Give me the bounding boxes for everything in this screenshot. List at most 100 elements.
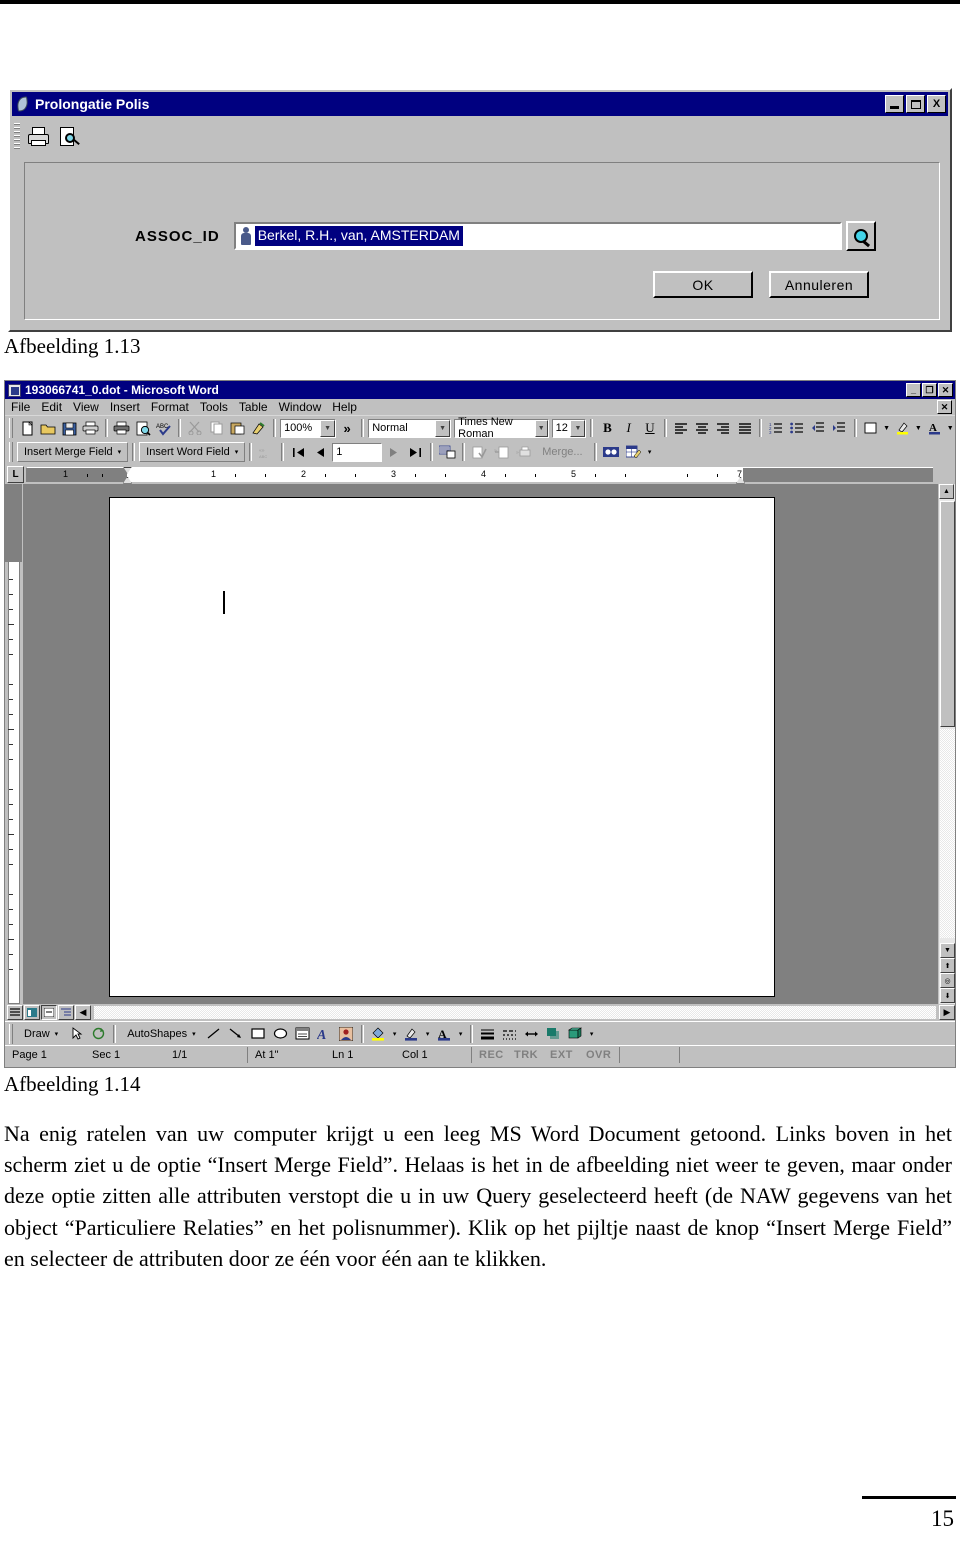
- scroll-left-button[interactable]: ◀: [75, 1005, 91, 1020]
- fill-color-icon[interactable]: [368, 1023, 389, 1044]
- status-trk-indicator[interactable]: TRK: [507, 1047, 543, 1063]
- nav-next-record-button[interactable]: [383, 442, 404, 463]
- status-ovr-indicator[interactable]: OVR: [579, 1047, 619, 1063]
- dash-style-icon[interactable]: [499, 1023, 520, 1044]
- scroll-up-button[interactable]: ▲: [939, 484, 954, 499]
- insert-word-field-button[interactable]: Insert Word Field ▾: [139, 442, 246, 462]
- font-color-icon[interactable]: A: [924, 418, 944, 439]
- chevron-down-icon[interactable]: ▼: [435, 419, 451, 437]
- close-button[interactable]: X: [927, 95, 946, 113]
- merge-to-new-document-icon[interactable]: »: [491, 442, 512, 463]
- drawing-overflow-icon[interactable]: ▾: [587, 1026, 597, 1042]
- word-restore-button[interactable]: ❐: [922, 383, 937, 397]
- mail-merge-helper-icon[interactable]: [437, 442, 458, 463]
- fill-color-dropdown-icon[interactable]: ▾: [390, 1026, 400, 1042]
- align-right-icon[interactable]: [713, 418, 733, 439]
- status-ext-indicator[interactable]: EXT: [543, 1047, 579, 1063]
- menu-item-view[interactable]: View: [73, 400, 99, 414]
- nav-last-record-button[interactable]: [405, 442, 426, 463]
- highlight-dropdown-icon[interactable]: ▼: [914, 420, 924, 436]
- chevron-down-icon[interactable]: ▼: [570, 419, 586, 437]
- scrollbar-track[interactable]: [940, 729, 955, 938]
- open-folder-icon[interactable]: [38, 418, 58, 439]
- standard-toolbar-grip[interactable]: [9, 418, 13, 438]
- print-layout-view-icon[interactable]: [41, 1005, 57, 1020]
- mailmerge-overflow-icon[interactable]: ▾: [645, 444, 655, 460]
- magnifier-icon[interactable]: [845, 221, 876, 251]
- previous-page-button[interactable]: ⬆: [940, 958, 955, 973]
- maximize-button[interactable]: [906, 95, 925, 113]
- line-color-dropdown-icon[interactable]: ▾: [423, 1026, 433, 1042]
- line-icon[interactable]: [204, 1023, 225, 1044]
- menu-item-file[interactable]: File: [11, 400, 30, 414]
- nav-previous-record-button[interactable]: [310, 442, 331, 463]
- status-spelling-area[interactable]: [619, 1046, 679, 1063]
- next-page-button[interactable]: ⬇: [940, 988, 955, 1003]
- 3d-icon[interactable]: [565, 1023, 586, 1044]
- minimize-button[interactable]: [885, 95, 904, 113]
- font-color-dropdown-icon[interactable]: ▾: [456, 1026, 466, 1042]
- print-preview-icon[interactable]: [54, 122, 84, 152]
- scroll-down-button[interactable]: ▼: [940, 943, 955, 958]
- word-title-bar[interactable]: 193066741_0.dot - Microsoft Word _ ❐ ✕: [5, 381, 955, 399]
- font-color-icon[interactable]: A: [434, 1023, 455, 1044]
- menu-item-table[interactable]: Table: [239, 400, 268, 414]
- outline-view-icon[interactable]: [58, 1005, 74, 1020]
- align-left-icon[interactable]: [671, 418, 691, 439]
- chevron-down-icon[interactable]: ▾: [192, 1030, 196, 1038]
- word-vertical-ruler[interactable]: [5, 484, 23, 1004]
- font-size-combo[interactable]: 12 ▼: [551, 418, 587, 438]
- free-rotate-icon[interactable]: [88, 1023, 109, 1044]
- drawing-toolbar-grip[interactable]: [9, 1023, 13, 1044]
- edit-data-source-icon[interactable]: [623, 442, 644, 463]
- merge-to-printer-icon[interactable]: »: [513, 442, 534, 463]
- spelling-check-icon[interactable]: ABC: [154, 418, 174, 439]
- vertical-scrollbar[interactable]: ▲ ▼ ⬆ ◎ ⬇: [938, 484, 955, 1004]
- borders-icon[interactable]: [861, 418, 881, 439]
- mailmerge-toolbar-grip[interactable]: [9, 442, 13, 462]
- print-icon[interactable]: [81, 418, 101, 439]
- scrollbar-thumb[interactable]: [940, 501, 955, 727]
- format-painter-icon[interactable]: [249, 418, 269, 439]
- toolbar-grip[interactable]: [14, 123, 20, 151]
- chevron-down-icon[interactable]: ▼: [320, 419, 336, 437]
- arrow-style-icon[interactable]: [521, 1023, 542, 1044]
- select-arrow-icon[interactable]: [66, 1023, 87, 1044]
- text-box-icon[interactable]: [292, 1023, 313, 1044]
- merge-button[interactable]: Merge...: [535, 442, 589, 462]
- line-style-icon[interactable]: [477, 1023, 498, 1044]
- normal-view-icon[interactable]: [7, 1005, 23, 1020]
- tab-selector-button[interactable]: L: [7, 465, 24, 483]
- toolbar-overflow-button[interactable]: »: [337, 418, 357, 439]
- cancel-button[interactable]: Annuleren: [769, 271, 869, 298]
- save-icon[interactable]: [59, 418, 79, 439]
- document-canvas[interactable]: [23, 484, 938, 1004]
- draw-menu-button[interactable]: Draw ▾: [17, 1024, 65, 1044]
- menu-item-tools[interactable]: Tools: [200, 400, 228, 414]
- insert-merge-field-button[interactable]: Insert Merge Field ▾: [17, 442, 129, 462]
- decrease-indent-icon[interactable]: [808, 418, 828, 439]
- chevron-down-icon[interactable]: ▾: [118, 448, 122, 456]
- web-layout-view-icon[interactable]: [24, 1005, 40, 1020]
- assoc-id-input[interactable]: Berkel, R.H., van, AMSTERDAM: [233, 222, 842, 250]
- document-page[interactable]: [109, 497, 775, 997]
- document-close-button[interactable]: ✕: [937, 400, 952, 414]
- font-color-dropdown-icon[interactable]: ▼: [945, 420, 955, 436]
- highlight-icon[interactable]: [892, 418, 912, 439]
- clip-art-icon[interactable]: [336, 1023, 357, 1044]
- font-combo[interactable]: Times New Roman ▼: [454, 416, 549, 440]
- increase-indent-icon[interactable]: [829, 418, 849, 439]
- wordart-icon[interactable]: A: [314, 1023, 335, 1044]
- record-number-input[interactable]: 1: [332, 442, 383, 462]
- italic-button[interactable]: I: [619, 418, 639, 439]
- print-icon[interactable]: [24, 122, 54, 152]
- line-color-icon[interactable]: [401, 1023, 422, 1044]
- zoom-combo[interactable]: 100% ▼: [280, 418, 337, 438]
- view-merged-data-icon[interactable]: «» ABC: [256, 442, 277, 463]
- shadow-icon[interactable]: [543, 1023, 564, 1044]
- check-errors-icon[interactable]: [469, 442, 490, 463]
- style-combo[interactable]: Normal ▼: [368, 418, 452, 438]
- chevron-down-icon[interactable]: ▼: [534, 419, 548, 437]
- menu-item-window[interactable]: Window: [279, 400, 322, 414]
- new-document-icon[interactable]: [17, 418, 37, 439]
